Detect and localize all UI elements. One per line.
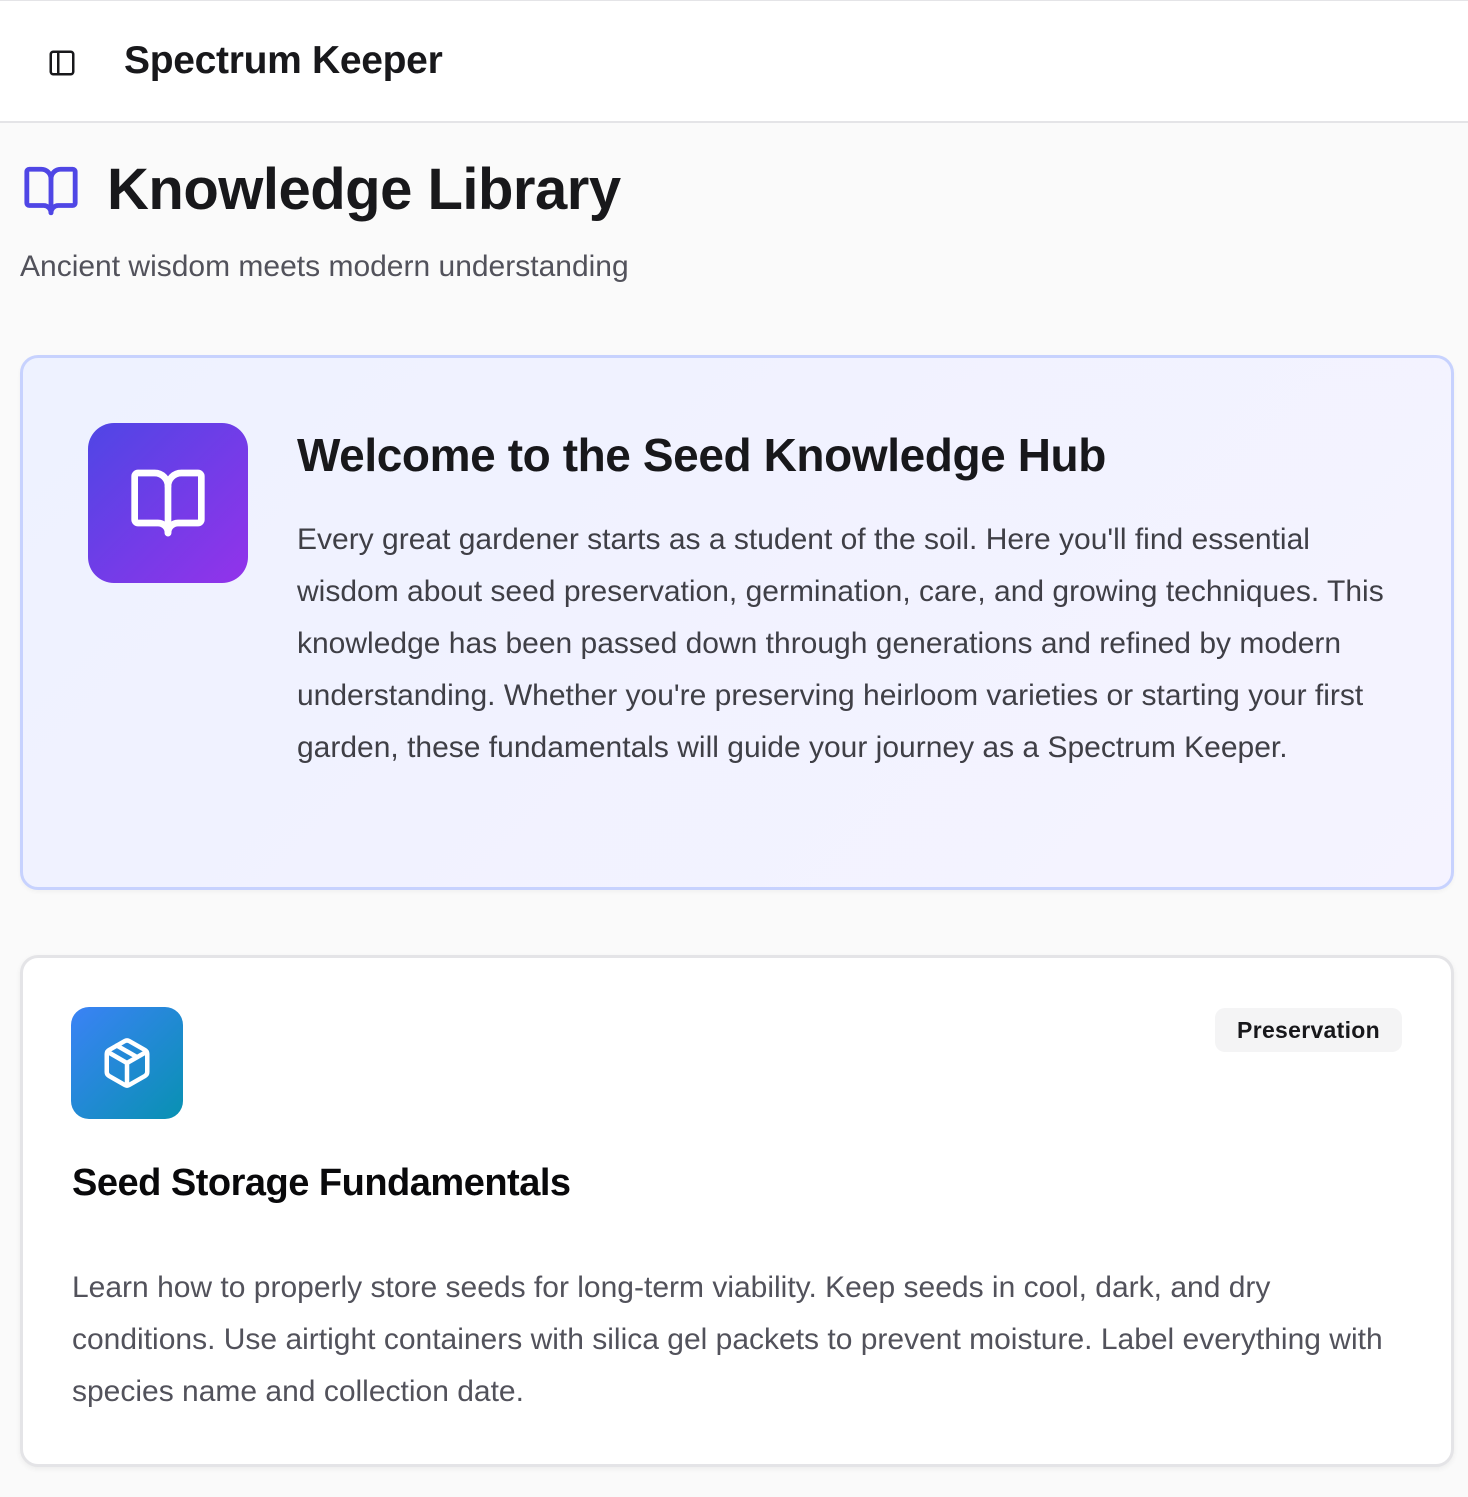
open-book-icon <box>131 469 205 537</box>
category-badge: Preservation <box>1215 1008 1402 1052</box>
sidebar-panel-icon <box>49 50 75 76</box>
topic-title: Seed Storage Fundamentals <box>72 1162 571 1204</box>
top-bar: Spectrum Keeper <box>0 0 1468 123</box>
app-title: Spectrum Keeper <box>124 39 443 82</box>
open-book-icon <box>24 166 78 216</box>
sidebar-toggle-button[interactable] <box>40 41 84 85</box>
welcome-icon-tile <box>88 423 248 583</box>
package-box-icon <box>104 1038 150 1088</box>
welcome-body: Every great gardener starts as a student… <box>297 523 1384 764</box>
topic-card-seed-storage[interactable]: Preservation Seed Storage Fundamentals L… <box>20 955 1454 1467</box>
welcome-title: Welcome to the Seed Knowledge Hub <box>297 429 1106 481</box>
page-title: Knowledge Library <box>107 157 621 222</box>
topic-icon-tile <box>71 1007 183 1119</box>
welcome-card: Welcome to the Seed Knowledge Hub Every … <box>20 355 1454 890</box>
topic-body: Learn how to properly store seeds for lo… <box>72 1271 1383 1408</box>
page-subtitle: Ancient wisdom meets modern understandin… <box>20 250 629 283</box>
